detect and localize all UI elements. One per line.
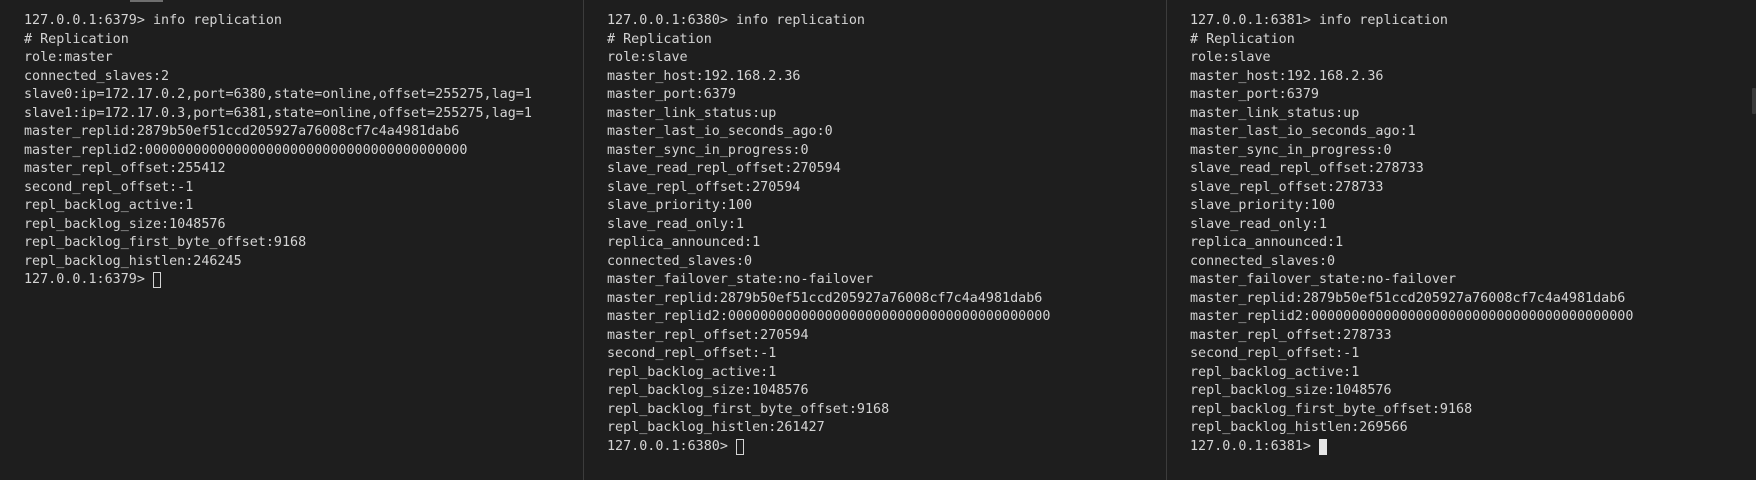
output-line: repl_backlog_histlen:269566 [1190, 420, 1408, 435]
command-prompt[interactable]: 127.0.0.1:6380> [607, 438, 1050, 457]
output-line: replica_announced:1 [607, 235, 761, 250]
output-line: 127.0.0.1:6381> info replication [1190, 13, 1448, 28]
output-line: slave_read_only:1 [1190, 216, 1328, 232]
output-line: master_replid:2879b50ef51ccd205927a76008… [24, 124, 460, 139]
prompt-label: 127.0.0.1:6380> [607, 438, 728, 454]
output-line: master_failover_state:no-failover [607, 272, 874, 287]
terminal-pane-6379[interactable]: 127.0.0.1:6379> info replication # Repli… [0, 0, 583, 480]
output-line: master_last_io_seconds_ago:0 [607, 124, 833, 139]
output-line: master_repl_offset:255412 [24, 161, 226, 176]
terminal-pane-6381[interactable]: 127.0.0.1:6381> info replication # Repli… [1166, 0, 1756, 480]
output-line: slave_read_only:1 [607, 216, 745, 232]
output-line: repl_backlog_histlen:261427 [607, 420, 825, 435]
output-line: master_port:6379 [1190, 87, 1319, 102]
output-line: repl_backlog_first_byte_offset:9168 [24, 235, 307, 250]
prompt-label: 127.0.0.1:6379> [24, 272, 145, 287]
output-line: repl_backlog_active:1 [607, 364, 777, 380]
output-line: second_repl_offset:-1 [607, 346, 777, 361]
split-terminal: 127.0.0.1:6379> info replication # Repli… [0, 0, 1756, 480]
output-line: slave_read_repl_offset:278733 [1190, 161, 1424, 176]
output-line: connected_slaves:2 [24, 68, 170, 84]
output-line: master_replid2:0000000000000000000000000… [1190, 309, 1634, 324]
output-line: repl_backlog_size:1048576 [1190, 383, 1392, 398]
output-line: master_sync_in_progress:0 [607, 142, 809, 158]
output-line: repl_backlog_first_byte_offset:9168 [607, 401, 890, 417]
output-line: master_port:6379 [607, 87, 736, 102]
output-line: slave_repl_offset:270594 [607, 179, 801, 195]
prompt-label: 127.0.0.1:6381> [1190, 438, 1311, 454]
terminal-output: 127.0.0.1:6380> info replication # Repli… [607, 12, 1050, 456]
output-line: role:master [24, 50, 113, 65]
output-line: repl_backlog_size:1048576 [607, 383, 809, 398]
output-line: master_replid2:0000000000000000000000000… [607, 309, 1051, 324]
output-line: master_failover_state:no-failover [1190, 272, 1457, 287]
output-line: repl_backlog_active:1 [24, 198, 194, 213]
text-cursor [735, 438, 744, 455]
command-prompt[interactable]: 127.0.0.1:6381> [1190, 438, 1633, 457]
output-line: slave1:ip=172.17.0.3,port=6381,state=onl… [24, 105, 532, 121]
output-line: role:slave [607, 50, 688, 65]
output-line: master_link_status:up [607, 105, 777, 121]
output-line: master_link_status:up [1190, 105, 1360, 121]
terminal-output: 127.0.0.1:6381> info replication # Repli… [1190, 12, 1633, 456]
output-line: master_repl_offset:278733 [1190, 327, 1392, 343]
output-line: repl_backlog_first_byte_offset:9168 [1190, 401, 1473, 417]
text-cursor [152, 272, 161, 289]
output-line: repl_backlog_histlen:246245 [24, 253, 242, 269]
output-line: # Replication [1190, 31, 1295, 47]
scrollbar-thumb[interactable] [1752, 88, 1756, 114]
output-line: slave_read_repl_offset:270594 [607, 161, 841, 176]
output-line: connected_slaves:0 [607, 253, 753, 269]
output-line: master_sync_in_progress:0 [1190, 142, 1392, 158]
output-line: second_repl_offset:-1 [1190, 346, 1360, 361]
command-prompt[interactable]: 127.0.0.1:6379> [24, 271, 532, 290]
output-line: slave_priority:100 [1190, 198, 1336, 213]
terminal-output: 127.0.0.1:6379> info replication # Repli… [24, 12, 532, 290]
output-line: master_host:192.168.2.36 [607, 68, 801, 84]
output-line: role:slave [1190, 50, 1271, 65]
output-line: slave0:ip=172.17.0.2,port=6380,state=onl… [24, 87, 532, 102]
output-line: master_host:192.168.2.36 [1190, 68, 1384, 84]
output-line: replica_announced:1 [1190, 235, 1344, 250]
output-line: connected_slaves:0 [1190, 253, 1336, 269]
output-line: master_last_io_seconds_ago:1 [1190, 124, 1416, 139]
output-line: second_repl_offset:-1 [24, 179, 194, 195]
terminal-pane-6380[interactable]: 127.0.0.1:6380> info replication # Repli… [583, 0, 1166, 480]
output-line: repl_backlog_size:1048576 [24, 216, 226, 232]
output-line: master_replid:2879b50ef51ccd205927a76008… [607, 290, 1043, 306]
output-line: master_replid:2879b50ef51ccd205927a76008… [1190, 290, 1626, 306]
output-line: master_replid2:0000000000000000000000000… [24, 142, 468, 158]
output-line: master_repl_offset:270594 [607, 327, 809, 343]
output-line: slave_priority:100 [607, 198, 753, 213]
output-line: # Replication [607, 31, 712, 47]
output-line: slave_repl_offset:278733 [1190, 179, 1384, 195]
output-line: # Replication [24, 31, 129, 47]
output-line: repl_backlog_active:1 [1190, 364, 1360, 380]
output-line: 127.0.0.1:6380> info replication [607, 13, 865, 28]
output-line: 127.0.0.1:6379> info replication [24, 13, 282, 28]
text-cursor [1318, 438, 1327, 455]
